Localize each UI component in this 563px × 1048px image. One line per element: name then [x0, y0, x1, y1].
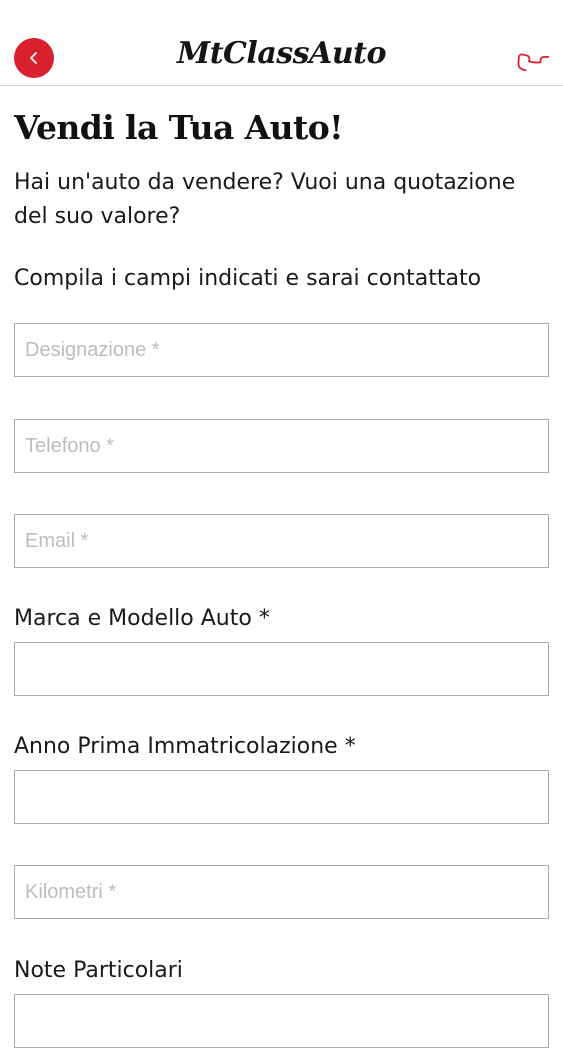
- anno-immatricolazione-label: Anno Prima Immatricolazione *: [14, 734, 356, 759]
- call-button[interactable]: [509, 36, 549, 80]
- brand-logo: MtClassAuto: [176, 36, 387, 71]
- note-particolari-label: Note Particolari: [14, 958, 183, 983]
- page-title: Vendi la Tua Auto!: [14, 108, 344, 147]
- kilometri-input[interactable]: [14, 865, 549, 919]
- intro-text: Hai un'auto da vendere? Vuoi una quotazi…: [14, 170, 516, 229]
- phone-icon: [517, 53, 549, 72]
- note-particolari-textarea[interactable]: [14, 994, 549, 1048]
- marca-modello-label: Marca e Modello Auto *: [14, 606, 270, 631]
- app-header: MtClassAuto: [0, 0, 563, 86]
- anno-immatricolazione-input[interactable]: [14, 770, 549, 824]
- telefono-input[interactable]: [14, 419, 549, 473]
- marca-modello-input[interactable]: [14, 642, 549, 696]
- email-input[interactable]: [14, 514, 549, 568]
- instruction-text: Compila i campi indicati e sarai contatt…: [14, 266, 482, 291]
- designazione-input[interactable]: [14, 323, 549, 377]
